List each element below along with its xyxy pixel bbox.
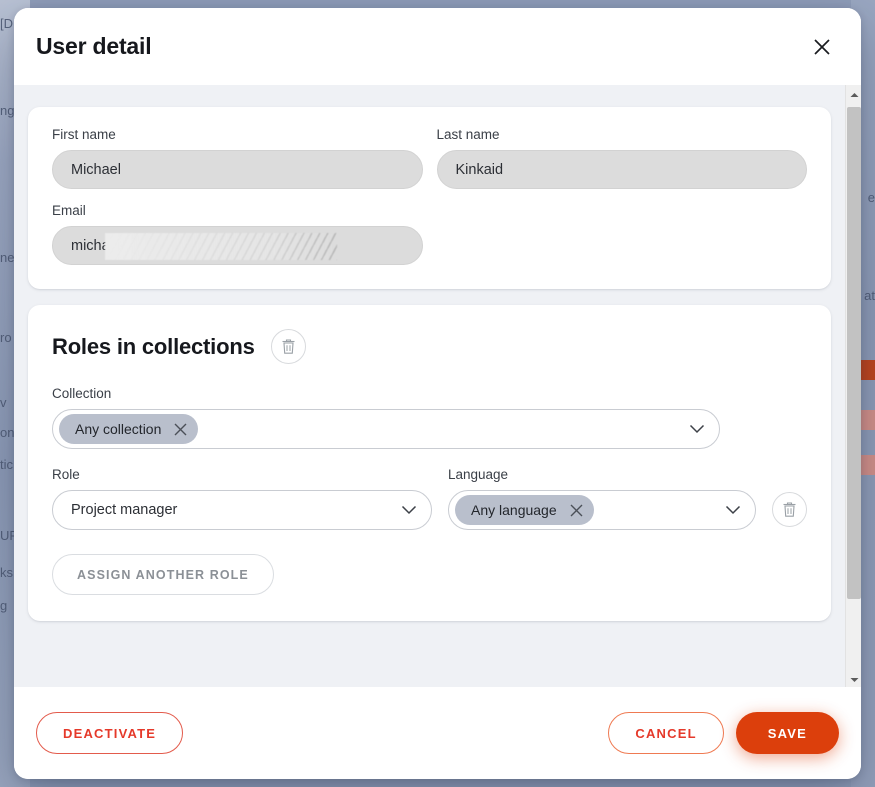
collection-chip-label: Any collection [75, 421, 162, 437]
language-group: Language Any language [448, 467, 756, 530]
modal-content: First name Michael Last name Kinkaid Ema… [14, 85, 845, 687]
user-detail-modal: User detail First name Michael Last name… [14, 8, 861, 779]
backdrop-text-fragment: [D [0, 16, 13, 31]
email-redaction-overlay [105, 233, 337, 260]
last-name-input[interactable]: Kinkaid [436, 150, 807, 189]
chevron-down-icon[interactable] [715, 505, 741, 515]
caret-down-icon [850, 670, 859, 688]
identity-card: First name Michael Last name Kinkaid Ema… [28, 107, 831, 289]
close-icon [812, 37, 832, 57]
role-language-row: Role Project manager Language Any langua… [52, 467, 807, 530]
backdrop-text-fragment: ng [0, 103, 15, 118]
scrollbar-down-button[interactable] [846, 670, 861, 687]
first-name-group: First name Michael [52, 127, 423, 189]
language-chip[interactable]: Any language [455, 495, 594, 525]
role-label: Role [52, 467, 80, 482]
delete-role-group-button[interactable] [270, 329, 306, 364]
email-value: micha [71, 237, 110, 254]
role-value: Project manager [71, 502, 178, 518]
caret-up-icon [850, 85, 859, 103]
email-input[interactable]: micha [52, 226, 423, 265]
backdrop-text-fragment: e [867, 190, 875, 205]
deactivate-button[interactable]: DEACTIVATE [36, 712, 184, 754]
role-group: Role Project manager [52, 467, 432, 530]
scrollbar[interactable] [845, 85, 861, 687]
roles-card: Roles in collections Collection Any coll… [28, 305, 831, 621]
collection-select[interactable]: Any collection [52, 409, 720, 449]
first-name-label: First name [52, 127, 116, 142]
backdrop-text-fragment: on [0, 425, 15, 440]
trash-icon [281, 338, 296, 355]
language-chip-label: Any language [471, 502, 557, 518]
last-name-group: Last name Kinkaid [436, 127, 807, 189]
roles-section-title: Roles in collections [52, 333, 255, 359]
language-label: Language [448, 467, 509, 482]
trash-icon [782, 501, 797, 518]
collection-group: Collection Any collection [52, 386, 807, 449]
collection-label: Collection [52, 386, 112, 401]
footer-actions: CANCEL SAVE [608, 712, 839, 754]
close-button[interactable] [805, 30, 839, 64]
collection-chip[interactable]: Any collection [59, 414, 199, 444]
email-label: Email [52, 203, 86, 218]
backdrop-text-fragment: v [0, 395, 7, 410]
modal-footer: DEACTIVATE CANCEL SAVE [14, 687, 861, 779]
modal-scroll-body: First name Michael Last name Kinkaid Ema… [14, 85, 861, 687]
language-select[interactable]: Any language [448, 490, 756, 530]
assign-another-role-button[interactable]: ASSIGN ANOTHER ROLE [52, 554, 274, 595]
backdrop-text-fragment: g [0, 598, 8, 613]
delete-role-row-button[interactable] [772, 492, 807, 527]
chevron-down-icon[interactable] [391, 505, 417, 515]
backdrop-text-fragment: ne [0, 250, 15, 265]
page-title: User detail [36, 33, 152, 59]
scrollbar-thumb[interactable] [847, 107, 861, 599]
close-icon[interactable] [569, 503, 584, 518]
backdrop-text-fragment: tic [0, 457, 13, 472]
last-name-value: Kinkaid [455, 161, 504, 178]
first-name-value: Michael [71, 161, 121, 178]
cancel-button[interactable]: CANCEL [608, 712, 724, 754]
last-name-label: Last name [436, 127, 500, 142]
name-row: First name Michael Last name Kinkaid [52, 127, 807, 189]
roles-header: Roles in collections [52, 329, 807, 364]
backdrop-text-fragment: ro [0, 330, 12, 345]
chevron-down-icon[interactable] [679, 424, 705, 434]
scrollbar-up-button[interactable] [846, 85, 861, 102]
save-button[interactable]: SAVE [735, 712, 839, 754]
role-select[interactable]: Project manager [52, 490, 432, 530]
close-icon[interactable] [173, 422, 188, 437]
backdrop-text-fragment: ks [0, 565, 13, 580]
first-name-input[interactable]: Michael [52, 150, 423, 189]
modal-header: User detail [14, 8, 861, 85]
backdrop-text-fragment: at [864, 288, 875, 303]
email-group: Email micha [52, 203, 423, 265]
